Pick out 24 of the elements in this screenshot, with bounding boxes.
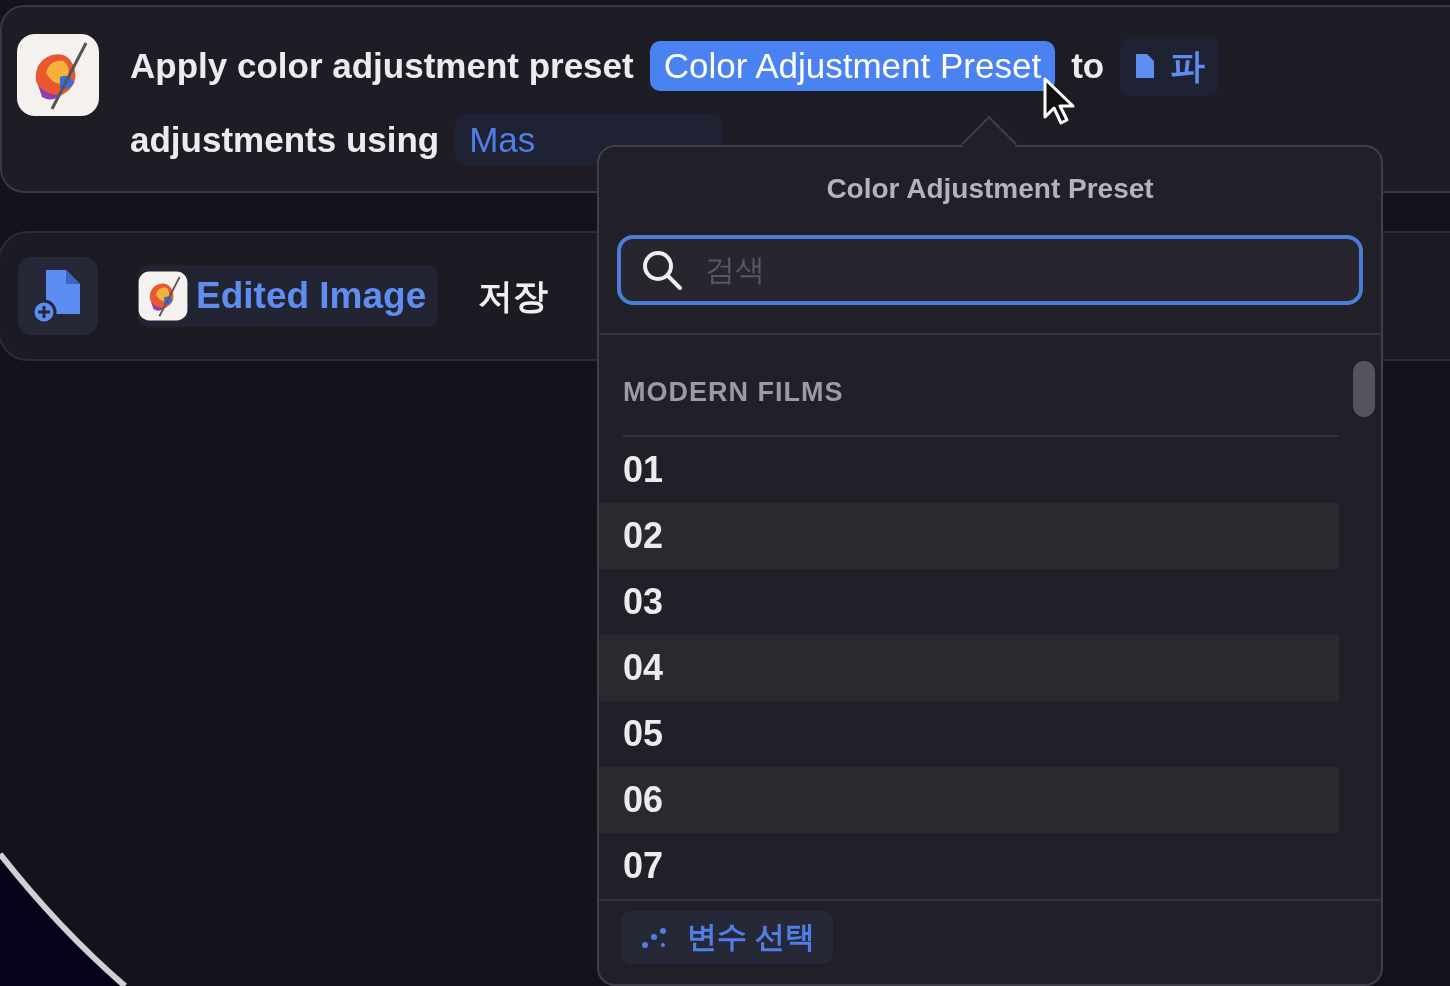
save-file-icon	[18, 257, 98, 335]
preset-item[interactable]: 04	[599, 635, 1339, 701]
parameter-token[interactable]: Color Adjustment Preset	[649, 41, 1056, 91]
preset-item[interactable]: 07	[599, 833, 1339, 899]
action-text: to	[1071, 46, 1105, 86]
section-header: MODERN FILMS	[623, 351, 1339, 437]
variable-token[interactable]: Edited Image	[138, 265, 439, 327]
preset-item[interactable]: 02	[599, 503, 1339, 569]
scrollbar-thumb[interactable]	[1353, 361, 1375, 417]
app-icon	[138, 271, 188, 321]
popover-title: Color Adjustment Preset	[825, 172, 1155, 206]
app-icon	[16, 33, 100, 117]
preset-item[interactable]: 03	[599, 569, 1339, 635]
action-text: 저장	[478, 274, 549, 317]
action-text: adjustments using	[130, 120, 440, 160]
file-token[interactable]: 파	[1120, 36, 1220, 96]
file-token-label: 파	[1170, 44, 1206, 87]
document-icon	[1134, 52, 1157, 80]
preset-item[interactable]: 01	[599, 437, 1339, 503]
preset-item[interactable]: 06	[599, 767, 1339, 833]
action-text: Apply color adjustment preset	[130, 46, 634, 86]
select-variable-button[interactable]: 변수 선택	[621, 911, 834, 964]
search-icon	[641, 249, 683, 291]
preset-item[interactable]: 05	[599, 701, 1339, 767]
